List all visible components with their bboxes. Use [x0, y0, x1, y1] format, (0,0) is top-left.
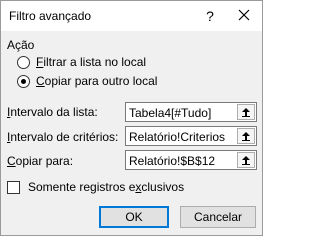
- title-bar: Filtro avançado ?: [1, 1, 262, 31]
- copy-to-input[interactable]: Relatório!$B$12: [125, 150, 257, 170]
- copy-to-label: Copiar para:: [7, 154, 74, 168]
- close-button[interactable]: [235, 6, 253, 24]
- help-button[interactable]: ?: [201, 7, 219, 25]
- criteria-range-label: Intervalo de critérios:: [7, 130, 119, 144]
- ok-button[interactable]: OK: [99, 206, 169, 228]
- collapse-dialog-icon: [242, 156, 250, 165]
- criteria-range-value: Relatório!Criterios: [129, 130, 226, 144]
- unique-records-label: Somente registros exclusivos: [28, 180, 185, 194]
- list-range-value: Tabela4[#Tudo]: [129, 106, 212, 120]
- action-group-label: Ação: [7, 38, 35, 52]
- collapse-dialog-icon: [242, 108, 250, 117]
- list-range-label: Intervalo da lista:: [7, 105, 98, 119]
- dialog-title: Filtro avançado: [9, 9, 92, 23]
- criteria-range-collapse-button[interactable]: [237, 128, 255, 144]
- copy-to-location-radio[interactable]: [17, 74, 30, 88]
- filter-in-place-label: Filtrar a lista no local: [36, 55, 147, 69]
- collapse-dialog-icon: [242, 132, 250, 141]
- copy-to-location-option[interactable]: Copiar para outro local: [17, 73, 157, 89]
- list-range-collapse-button[interactable]: [237, 104, 255, 120]
- advanced-filter-dialog: Filtro avançado ? Ação Filtrar a lista n…: [0, 0, 263, 236]
- close-icon: [238, 9, 250, 21]
- cancel-button[interactable]: Cancelar: [180, 206, 256, 228]
- unique-records-checkbox[interactable]: [7, 180, 20, 194]
- copy-to-collapse-button[interactable]: [237, 152, 255, 168]
- criteria-range-input[interactable]: Relatório!Criterios: [125, 126, 257, 146]
- filter-in-place-radio[interactable]: [17, 55, 30, 69]
- filter-in-place-option[interactable]: Filtrar a lista no local: [17, 54, 146, 70]
- list-range-input[interactable]: Tabela4[#Tudo]: [125, 102, 257, 122]
- copy-to-value: Relatório!$B$12: [129, 154, 216, 168]
- copy-to-location-label: Copiar para outro local: [36, 74, 158, 88]
- unique-records-option[interactable]: Somente registros exclusivos: [7, 179, 184, 195]
